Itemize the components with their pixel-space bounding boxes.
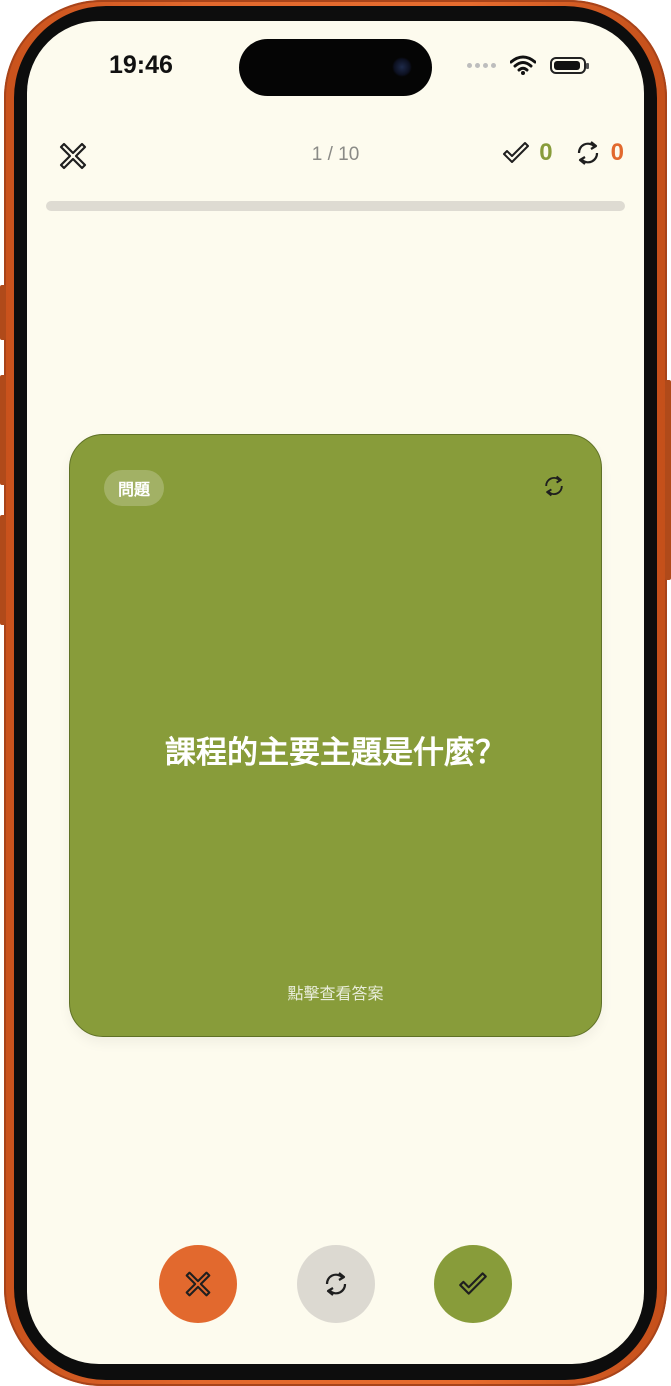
card-type-badge: 問題 xyxy=(104,470,165,506)
dynamic-island xyxy=(239,39,432,96)
app-screen: 19:46 1 / 10 0 0 問題 課程的主要主題是什麼？ 點擊查看答案 xyxy=(27,21,644,1364)
status-icons xyxy=(467,55,589,75)
check-icon xyxy=(503,142,530,163)
refresh-icon xyxy=(325,1272,347,1296)
flip-card-button[interactable] xyxy=(541,473,567,499)
repeat-stat: 0 xyxy=(573,138,624,168)
wrong-button[interactable] xyxy=(159,1245,237,1323)
card-question: 課程的主要主題是什麼？ xyxy=(165,735,506,771)
repeat-count: 0 xyxy=(610,139,624,166)
check-icon xyxy=(459,1272,487,1295)
camera-icon xyxy=(392,57,412,77)
correct-button[interactable] xyxy=(434,1245,512,1323)
score-stats: 0 0 xyxy=(481,138,624,168)
status-time: 19:46 xyxy=(109,51,173,79)
wifi-icon xyxy=(510,55,536,75)
correct-stat: 0 xyxy=(501,138,553,168)
repeat-button[interactable] xyxy=(297,1245,375,1323)
flashcard[interactable]: 問題 課程的主要主題是什麼？ 點擊查看答案 xyxy=(69,434,602,1037)
battery-icon xyxy=(550,56,589,74)
x-icon xyxy=(185,1271,211,1297)
cellular-signal-icon xyxy=(467,62,496,68)
refresh-icon xyxy=(577,141,598,165)
progress-bar xyxy=(46,201,625,211)
phone-side-button xyxy=(0,515,6,625)
phone-side-button xyxy=(665,380,671,580)
correct-count: 0 xyxy=(539,139,553,166)
card-hint: 點擊查看答案 xyxy=(287,984,384,1003)
flip-icon xyxy=(545,475,563,497)
phone-side-button xyxy=(0,375,6,485)
phone-side-button xyxy=(0,285,6,340)
